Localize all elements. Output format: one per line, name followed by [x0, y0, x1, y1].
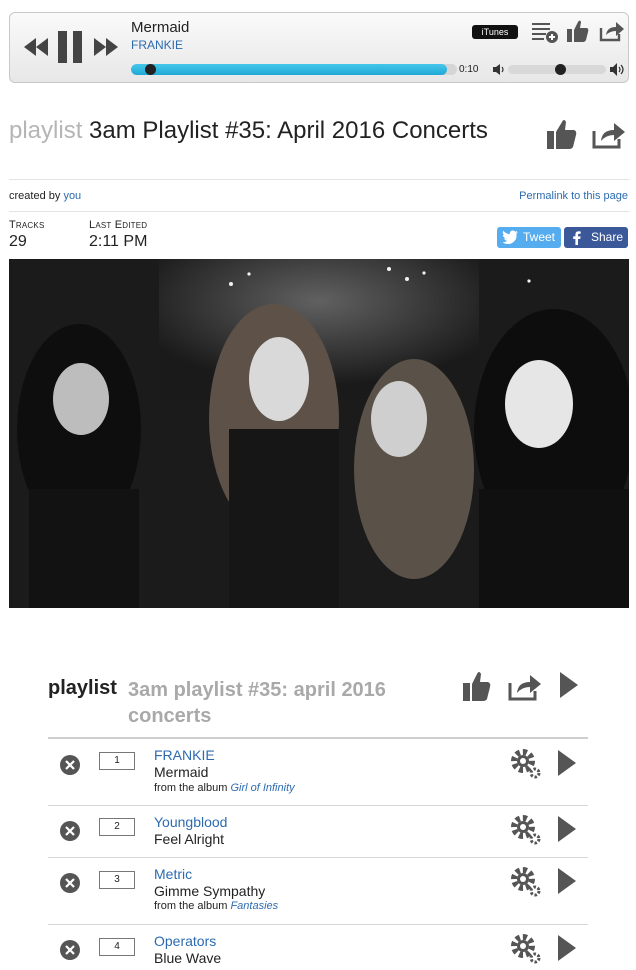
facebook-share-button[interactable]: Share [564, 227, 628, 248]
remove-track-icon[interactable] [60, 873, 80, 893]
audio-player: Mermaid FRANKIE iTunes 0:10 [9, 12, 629, 83]
pause-icon[interactable] [58, 31, 82, 63]
twitter-bird-icon [502, 230, 518, 244]
share-icon[interactable] [508, 673, 542, 701]
permalink-link[interactable]: Permalink to this page [519, 190, 628, 202]
track-album: from the album Girl of Infinity [154, 782, 295, 794]
track-row: 2 Youngblood Feel Alright [48, 806, 588, 858]
last-edited-stat: Last Edited 2:11 PM [89, 219, 147, 251]
created-by-label: created by [9, 190, 61, 202]
track-row: 3 Metric Gimme Sympathy from the album F… [48, 858, 588, 925]
divider [9, 211, 629, 212]
volume-low-icon[interactable] [493, 64, 505, 75]
share-icon[interactable] [592, 121, 626, 149]
last-edited-label: Last Edited [89, 219, 148, 231]
tweet-button[interactable]: Tweet [497, 227, 561, 248]
track-artist[interactable]: Metric [154, 866, 192, 882]
album-prefix: from the album [154, 782, 228, 794]
track-row: 1 FRANKIE Mermaid from the album Girl of… [48, 739, 588, 806]
last-edited-time: 2:11 PM [89, 233, 148, 250]
play-track-icon[interactable] [558, 868, 576, 894]
thumbs-up-icon[interactable] [463, 670, 491, 702]
remove-track-icon[interactable] [60, 940, 80, 960]
created-by-user-link[interactable]: you [63, 190, 81, 202]
itunes-button[interactable]: iTunes [472, 25, 518, 39]
tracks-count: 29 [9, 233, 27, 250]
tweet-label: Tweet [523, 230, 556, 244]
track-song: Mermaid [154, 764, 209, 780]
play-track-icon[interactable] [558, 935, 576, 961]
playlist-panel-title: 3am playlist #35: april 2016 concerts [128, 679, 386, 727]
now-playing-artist[interactable]: FRANKIE [131, 38, 183, 52]
album-link[interactable]: Fantasies [230, 900, 278, 912]
track-song: Gimme Sympathy [154, 883, 266, 899]
divider [9, 179, 629, 180]
next-icon[interactable] [94, 38, 118, 56]
elapsed-time: 0:10 [459, 64, 479, 75]
previous-icon[interactable] [24, 38, 48, 56]
progress-fill [131, 64, 448, 75]
track-artist[interactable]: Operators [154, 933, 216, 949]
play-all-icon[interactable] [560, 672, 578, 698]
thumbs-up-icon[interactable] [567, 19, 589, 43]
title-text: 3am Playlist #35: April 2016 Concerts [89, 117, 488, 144]
track-song: Feel Alright [154, 831, 225, 847]
track-artist[interactable]: FRANKIE [154, 747, 215, 763]
play-track-icon[interactable] [558, 750, 576, 776]
tracks-stat: Tracks 29 [9, 219, 44, 251]
track-song: Blue Wave [154, 950, 222, 966]
remove-track-icon[interactable] [60, 755, 80, 775]
progress-knob[interactable] [145, 64, 156, 75]
track-number-field[interactable]: 3 [99, 871, 135, 889]
playlist-cover-photo [9, 259, 629, 608]
add-to-queue-icon[interactable] [532, 21, 558, 43]
remove-track-icon[interactable] [60, 821, 80, 841]
track-number-field[interactable]: 4 [99, 938, 135, 956]
album-prefix: from the album [154, 900, 228, 912]
gear-icon[interactable] [511, 815, 541, 845]
volume-high-icon[interactable] [610, 62, 626, 77]
share-label: Share [591, 230, 624, 244]
share-icon[interactable] [599, 20, 625, 42]
track-number-field[interactable]: 2 [99, 818, 135, 836]
playlist-panel-kind: playlist [48, 677, 117, 699]
created-by: created by you [9, 190, 81, 202]
gear-icon[interactable] [511, 867, 541, 897]
progress-bar[interactable] [131, 64, 457, 75]
track-row: 4 Operators Blue Wave [48, 925, 588, 970]
track-album: from the album Fantasies [154, 900, 278, 912]
title-kind: playlist [9, 117, 83, 144]
volume-knob[interactable] [555, 64, 566, 75]
facebook-icon [573, 231, 581, 245]
gear-icon[interactable] [511, 749, 541, 779]
track-artist[interactable]: Youngblood [154, 814, 227, 830]
play-track-icon[interactable] [558, 816, 576, 842]
album-link[interactable]: Girl of Infinity [230, 782, 294, 794]
now-playing-song: Mermaid [131, 19, 190, 36]
page-title: playlist 3am Playlist #35: April 2016 Co… [9, 118, 529, 144]
track-number-field[interactable]: 1 [99, 752, 135, 770]
tracks-label: Tracks [9, 219, 45, 231]
gear-icon[interactable] [511, 934, 541, 964]
thumbs-up-icon[interactable] [547, 118, 577, 150]
